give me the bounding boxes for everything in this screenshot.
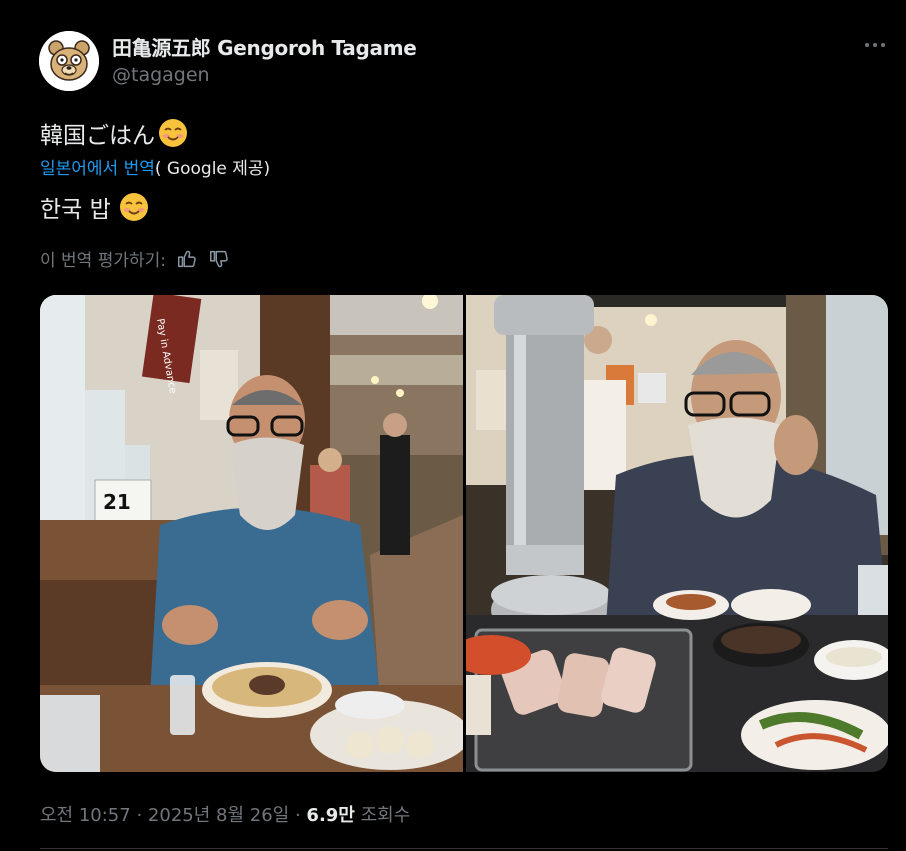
thumbs-down-icon[interactable] — [208, 248, 230, 270]
photo-restaurant-grill[interactable] — [466, 295, 888, 772]
thumbs-up-icon[interactable] — [176, 248, 198, 270]
table-number: 21 — [103, 490, 131, 514]
tweet-meta: 오전 10:57 · 2025년 8월 26일 · 6.9만 조회수 — [40, 801, 410, 827]
more-dot-icon — [865, 43, 869, 47]
photo-1-image: Pay in Advance 21 — [40, 295, 463, 772]
bear-avatar-icon — [39, 31, 99, 91]
tweet-date[interactable]: 2025년 8월 26일 — [148, 805, 289, 826]
author-handle[interactable]: @tagagen — [112, 64, 210, 86]
views-label: 조회수 — [360, 805, 411, 826]
smiling-face-emoji-icon — [119, 193, 148, 221]
avatar[interactable] — [39, 31, 99, 91]
translated-text: 한국 밥 — [40, 197, 111, 223]
translation-link[interactable]: 일본어에서 번역 — [40, 159, 155, 179]
photo-restaurant-dumplings[interactable]: Pay in Advance 21 — [40, 295, 463, 772]
meta-separator: · — [294, 805, 301, 826]
divider — [40, 848, 888, 849]
rate-translation: 이 번역 평가하기: — [40, 246, 230, 271]
rate-translation-label: 이 번역 평가하기: — [40, 251, 167, 271]
tweet-translated-text: 한국 밥 — [40, 190, 149, 224]
original-text: 韓国ごはん — [40, 123, 155, 149]
photo-2-image — [466, 295, 888, 772]
smiling-face-emoji-icon — [159, 119, 187, 147]
more-options-button[interactable] — [860, 33, 890, 57]
translation-attribution: 일본어에서 번역( Google 제공) — [40, 154, 270, 179]
views-count: 6.9만 — [306, 805, 355, 826]
author-display-name[interactable]: 田亀源五郎 Gengoroh Tagame — [112, 32, 417, 61]
meta-separator: · — [136, 805, 143, 826]
more-dot-icon — [881, 43, 885, 47]
translation-provider: ( Google 제공) — [154, 159, 271, 179]
more-dot-icon — [873, 43, 877, 47]
tweet-time[interactable]: 오전 10:57 — [40, 805, 131, 826]
tweet-original-text: 韓国ごはん — [40, 116, 188, 150]
